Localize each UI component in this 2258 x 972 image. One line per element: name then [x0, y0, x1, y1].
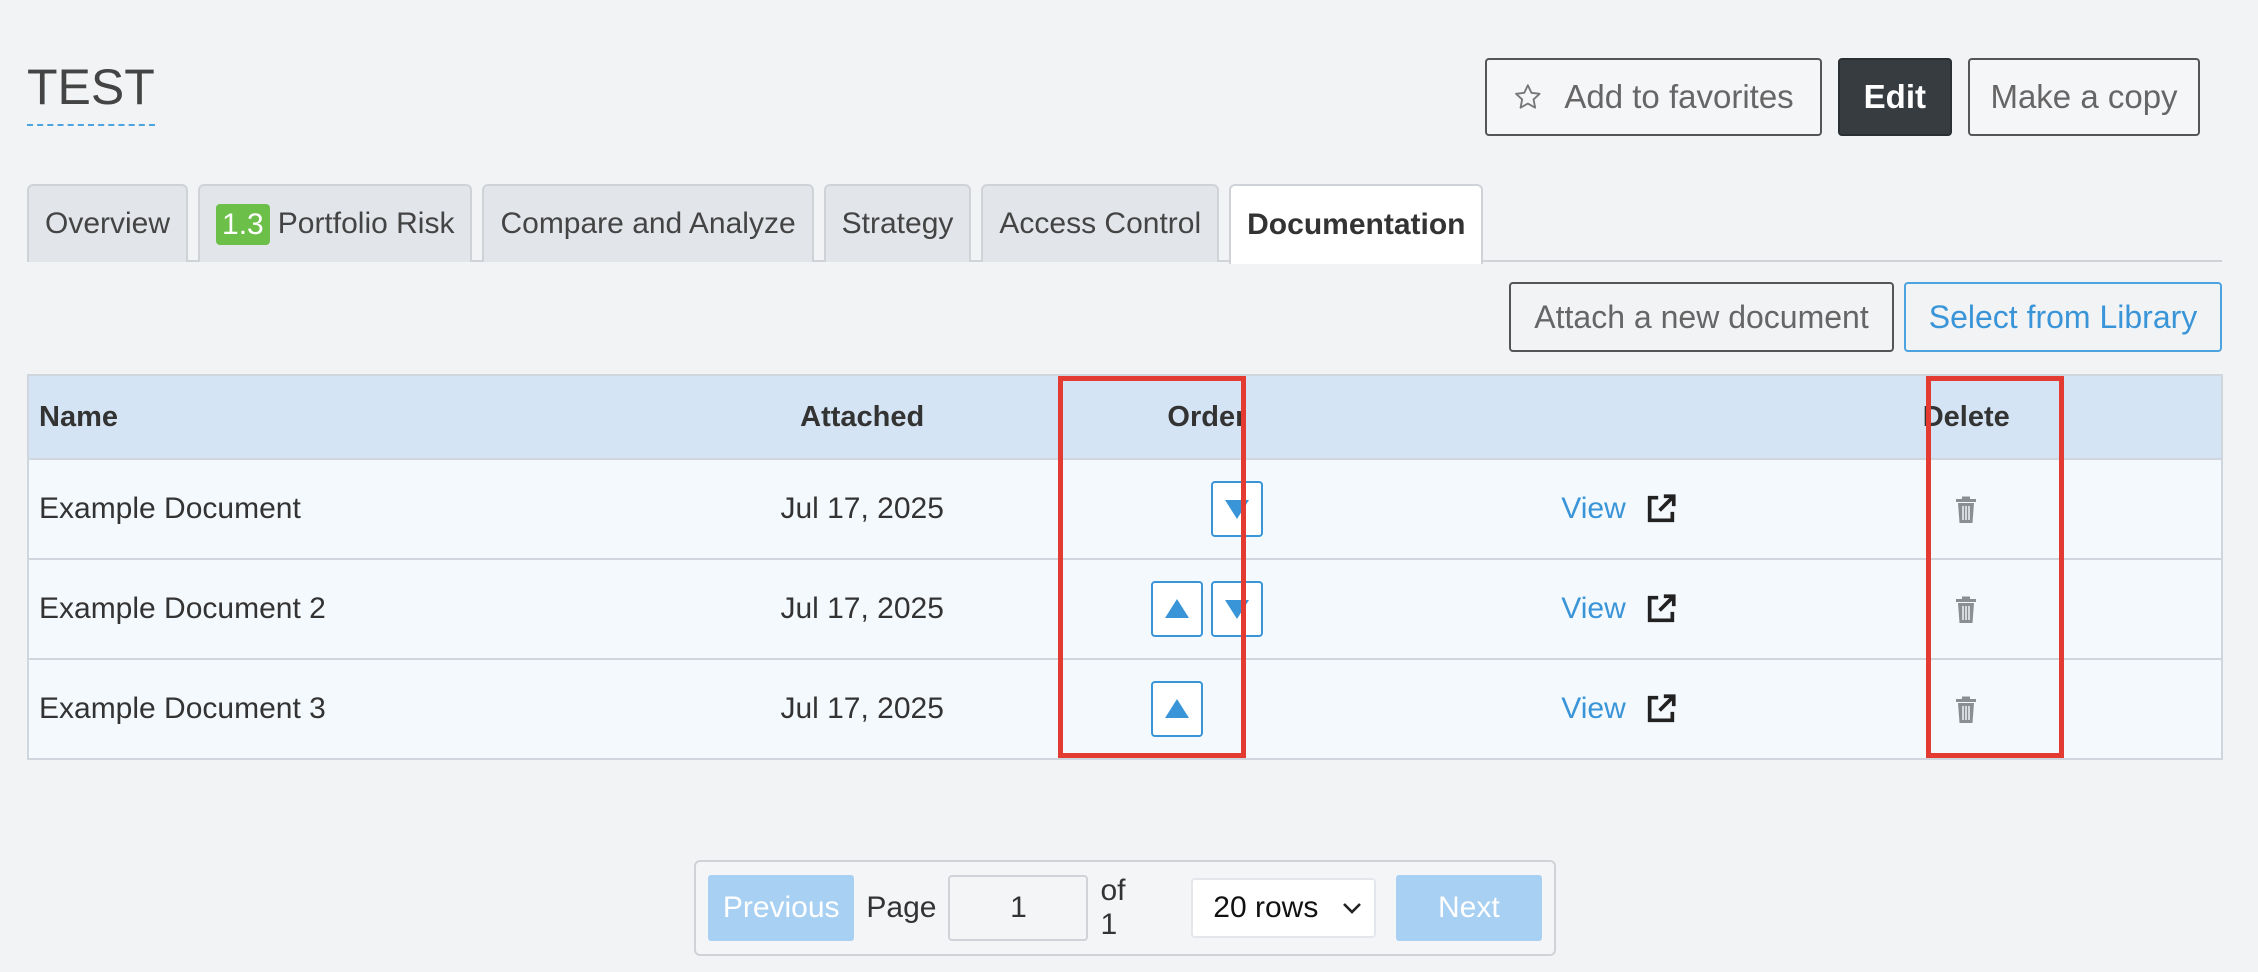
view-document-link[interactable]: View	[1561, 592, 1677, 626]
document-attached-date: Jul 17, 2025	[652, 459, 1072, 560]
move-up-button[interactable]	[1150, 581, 1203, 637]
column-header-attached[interactable]: Attached	[652, 374, 1072, 460]
documents-table: Name Attached Order Delete Example Docum…	[26, 374, 2223, 760]
view-cell: View	[1341, 459, 1858, 560]
tab-documentation[interactable]: Documentation	[1229, 184, 1484, 264]
triangle-down-icon	[1224, 500, 1249, 519]
tab-label: Overview	[45, 207, 171, 240]
tab-strategy[interactable]: Strategy	[823, 184, 972, 262]
view-link-label: View	[1561, 592, 1626, 625]
delete-cell	[1857, 659, 2076, 760]
tab-label: Strategy	[841, 207, 954, 240]
move-up-button[interactable]	[1150, 681, 1203, 737]
row-spacer	[2075, 659, 2223, 760]
view-cell: View	[1341, 559, 1858, 660]
external-link-icon	[1647, 594, 1676, 623]
add-to-favorites-button[interactable]: Add to favorites	[1484, 58, 1822, 136]
column-header-name[interactable]: Name	[26, 374, 653, 460]
page-title: TEST	[27, 62, 155, 126]
rows-per-page-value: 20 rows	[1213, 891, 1319, 924]
view-link-label: View	[1561, 692, 1626, 725]
row-spacer	[2075, 459, 2223, 560]
column-header-delete: Delete	[1857, 374, 2076, 460]
tab-label: Access Control	[999, 207, 1202, 240]
move-down-button[interactable]	[1210, 481, 1263, 537]
page-label: Page	[866, 891, 937, 924]
chevron-down-icon	[1342, 903, 1361, 914]
tab-bar: Overview 1.3 Portfolio Risk Compare and …	[27, 184, 2222, 264]
trash-icon[interactable]	[1954, 596, 1978, 624]
previous-page-button[interactable]: Previous	[708, 875, 855, 941]
document-name: Example Document 2	[26, 559, 653, 660]
attach-document-button[interactable]: Attach a new document	[1509, 282, 1894, 352]
add-to-favorites-label: Add to favorites	[1564, 78, 1794, 115]
header-actions: Add to favorites Edit Make a copy	[1484, 58, 2200, 136]
tab-compare-and-analyze[interactable]: Compare and Analyze	[482, 184, 814, 262]
next-page-button[interactable]: Next	[1395, 875, 1542, 941]
triangle-up-icon	[1164, 599, 1189, 618]
make-a-copy-button[interactable]: Make a copy	[1968, 58, 2200, 136]
order-cell	[1071, 459, 1342, 560]
row-spacer	[2075, 559, 2223, 660]
tab-label: Documentation	[1247, 208, 1466, 241]
table-row: Example Document 3 Jul 17, 2025 View	[26, 659, 2223, 760]
tab-label: Portfolio Risk	[277, 207, 455, 240]
document-name: Example Document 3	[26, 659, 653, 760]
tab-overview[interactable]: Overview	[27, 184, 189, 262]
order-cell	[1071, 659, 1342, 760]
external-link-icon	[1647, 494, 1676, 523]
move-down-button[interactable]	[1210, 581, 1263, 637]
trash-icon[interactable]	[1954, 496, 1978, 524]
page-number-input[interactable]	[948, 875, 1089, 941]
table-row: Example Document 2 Jul 17, 2025 View	[26, 559, 2223, 660]
version-badge: 1.3	[216, 203, 270, 245]
external-link-icon	[1647, 694, 1676, 723]
star-icon	[1514, 84, 1541, 109]
trash-icon[interactable]	[1954, 696, 1978, 724]
order-cell	[1071, 559, 1342, 660]
page-count: of 1	[1100, 874, 1126, 941]
document-attached-date: Jul 17, 2025	[652, 659, 1072, 760]
view-link-label: View	[1561, 492, 1626, 525]
tab-label: Compare and Analyze	[500, 207, 796, 240]
column-header-view	[1341, 374, 1858, 460]
pagination: Previous Page of 1 20 rows Next	[694, 860, 1556, 956]
triangle-up-icon	[1164, 699, 1189, 718]
column-header-order: Order	[1071, 374, 1342, 460]
table-row: Example Document Jul 17, 2025 View	[26, 459, 2223, 560]
edit-button[interactable]: Edit	[1837, 58, 1952, 136]
document-name: Example Document	[26, 459, 653, 560]
view-document-link[interactable]: View	[1561, 692, 1677, 726]
column-header-spacer	[2075, 374, 2223, 460]
view-document-link[interactable]: View	[1561, 492, 1677, 526]
document-attached-date: Jul 17, 2025	[652, 559, 1072, 660]
delete-cell	[1857, 459, 2076, 560]
delete-cell	[1857, 559, 2076, 660]
view-cell: View	[1341, 659, 1858, 760]
rows-per-page-select[interactable]: 20 rows	[1191, 878, 1376, 938]
tab-portfolio-risk[interactable]: 1.3 Portfolio Risk	[198, 184, 473, 262]
triangle-down-icon	[1224, 600, 1249, 619]
tab-access-control[interactable]: Access Control	[981, 184, 1220, 262]
select-from-library-button[interactable]: Select from Library	[1904, 282, 2222, 352]
table-header-row: Name Attached Order Delete	[26, 374, 2223, 460]
document-actions: Attach a new document Select from Librar…	[1509, 282, 2222, 352]
